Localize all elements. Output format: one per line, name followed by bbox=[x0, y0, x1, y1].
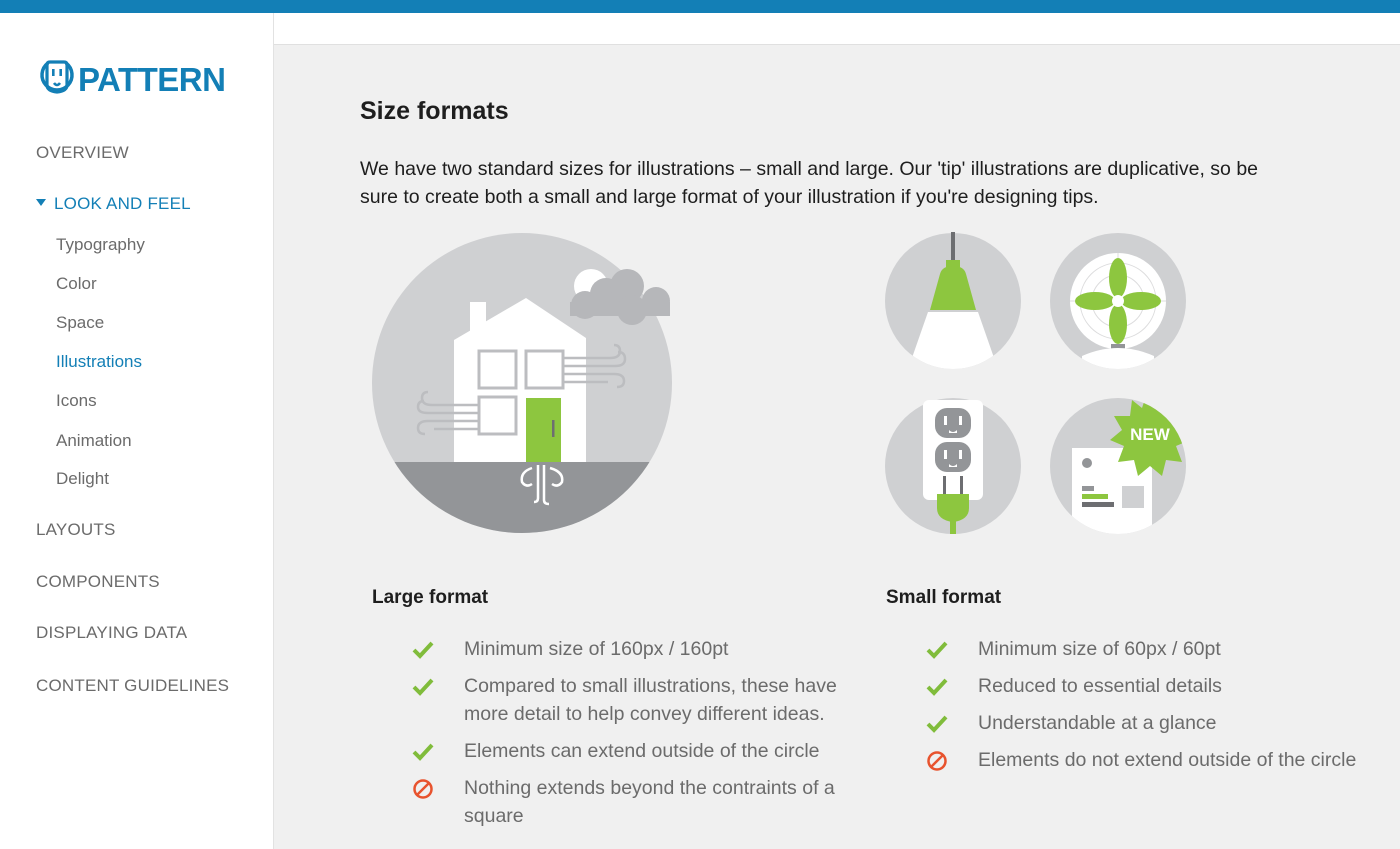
subnav-item-space[interactable]: Space bbox=[56, 313, 104, 333]
prohibited-icon bbox=[926, 750, 948, 772]
nav-item-look-and-feel[interactable]: LOOK AND FEEL bbox=[36, 194, 191, 214]
small-format-title: Small format bbox=[886, 587, 1002, 608]
intro-paragraph: We have two standard sizes for illustrat… bbox=[360, 158, 1259, 208]
nav-item-content-guidelines[interactable]: CONTENT GUIDELINES bbox=[36, 676, 229, 696]
list-item: Understandable at a glance bbox=[926, 709, 1396, 737]
nav-item-displaying-data[interactable]: DISPLAYING DATA bbox=[36, 623, 187, 643]
outlet-plug-illustration-icon bbox=[885, 398, 1021, 534]
subnav-item-delight[interactable]: Delight bbox=[56, 469, 109, 489]
list-item: Nothing extends beyond the contraints of… bbox=[412, 774, 872, 830]
brand-logo[interactable]: PATTERN bbox=[38, 59, 226, 100]
subnav-item-typography[interactable]: Typography bbox=[56, 235, 145, 255]
fan-illustration-icon bbox=[1050, 233, 1186, 369]
list-item: Minimum size of 160px / 160pt bbox=[412, 635, 872, 663]
main-content: Size formats We have two standard sizes … bbox=[274, 45, 1400, 849]
subnav-item-animation[interactable]: Animation bbox=[56, 431, 132, 451]
list-item: Elements do not extend outside of the ci… bbox=[926, 746, 1396, 774]
brand-name: PATTERN bbox=[78, 61, 226, 98]
page-title: Size formats bbox=[360, 97, 509, 125]
prohibited-icon bbox=[412, 778, 434, 800]
nav-item-layouts[interactable]: LAYOUTS bbox=[36, 520, 116, 540]
large-format-list: Minimum size of 160px / 160pt Compared t… bbox=[412, 635, 872, 839]
checkmark-icon bbox=[412, 639, 434, 661]
checkmark-icon bbox=[926, 676, 948, 698]
list-item: Minimum size of 60px / 60pt bbox=[926, 635, 1396, 663]
nav-item-overview[interactable]: OVERVIEW bbox=[36, 143, 129, 163]
nav-item-components[interactable]: COMPONENTS bbox=[36, 572, 160, 592]
checkmark-icon bbox=[926, 713, 948, 735]
subnav-item-icons[interactable]: Icons bbox=[56, 391, 97, 411]
outlet-face-icon bbox=[38, 59, 76, 100]
new-report-illustration-icon: NEW bbox=[1050, 398, 1186, 534]
subnav-item-illustrations[interactable]: Illustrations bbox=[56, 352, 142, 372]
large-format-title: Large format bbox=[372, 587, 489, 608]
list-item: Reduced to essential details bbox=[926, 672, 1396, 700]
lamp-illustration-icon bbox=[885, 232, 1021, 369]
house-illustration-icon bbox=[370, 230, 690, 555]
checkmark-icon bbox=[926, 639, 948, 661]
subnav-item-color[interactable]: Color bbox=[56, 274, 97, 294]
page-header bbox=[274, 13, 1400, 45]
new-badge-text: NEW bbox=[1130, 425, 1171, 444]
checkmark-icon bbox=[412, 741, 434, 763]
list-item: Compared to small illustrations, these h… bbox=[412, 672, 872, 728]
nav-item-label: LOOK AND FEEL bbox=[54, 194, 191, 213]
list-item: Elements can extend outside of the circl… bbox=[412, 737, 872, 765]
small-format-list: Minimum size of 60px / 60pt Reduced to e… bbox=[926, 635, 1396, 783]
sidebar: PATTERN OVERVIEW LOOK AND FEEL Typograph… bbox=[0, 13, 274, 849]
small-illustrations-grid: NEW bbox=[882, 230, 1202, 545]
top-accent-bar bbox=[0, 0, 1400, 13]
checkmark-icon bbox=[412, 676, 434, 698]
caret-down-icon bbox=[36, 199, 46, 206]
